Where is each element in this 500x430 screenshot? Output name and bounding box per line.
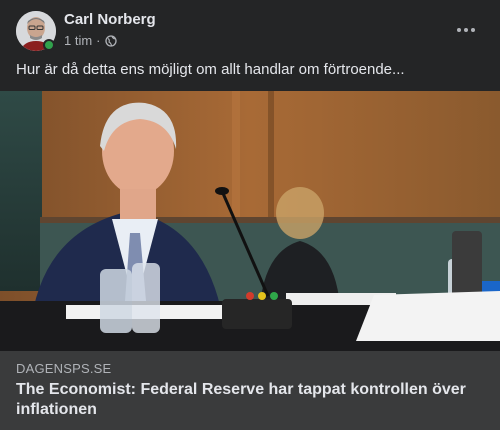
more-options-button[interactable]	[448, 16, 484, 44]
post-meta: 1 tim ·	[64, 33, 117, 48]
link-preview-card[interactable]: DAGENSPS.SE The Economist: Federal Reser…	[0, 351, 500, 430]
globe-icon[interactable]	[104, 34, 117, 47]
link-title[interactable]: The Economist: Federal Reserve har tappa…	[16, 380, 486, 420]
post-text: Hur är då detta ens möjligt om allt hand…	[16, 61, 405, 78]
post-header: Carl Norberg 1 tim ·	[0, 0, 500, 60]
post-timestamp[interactable]: 1 tim	[64, 33, 92, 48]
link-domain: DAGENSPS.SE	[16, 361, 112, 376]
author-name[interactable]: Carl Norberg	[64, 11, 156, 28]
meta-separator: ·	[96, 33, 101, 48]
hearing-photo	[0, 91, 500, 351]
online-status-dot	[43, 39, 55, 51]
link-preview-image[interactable]	[0, 91, 500, 351]
more-options-icon	[457, 28, 461, 32]
